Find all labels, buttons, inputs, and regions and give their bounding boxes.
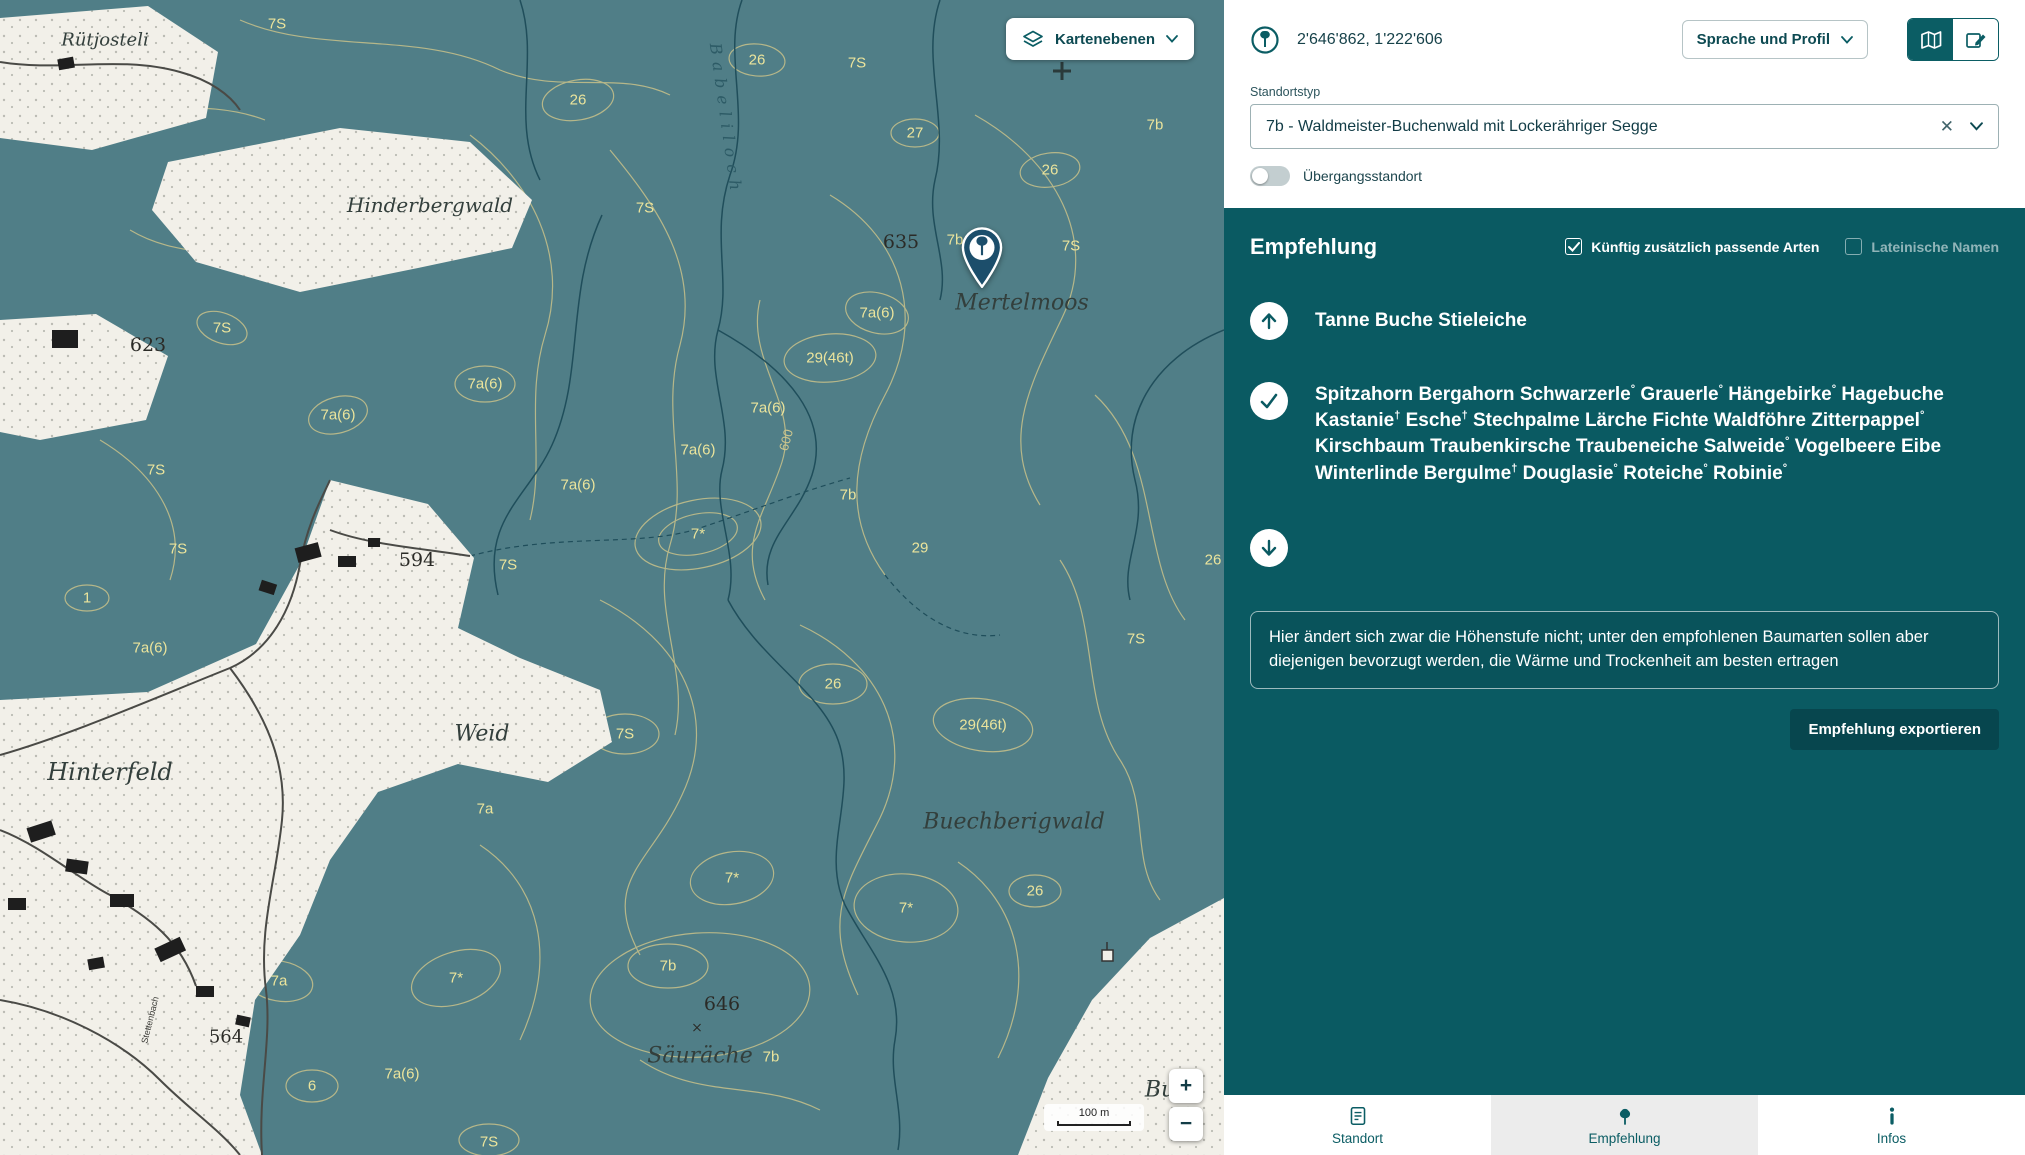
- tab-empfehlung[interactable]: Empfehlung: [1491, 1095, 1758, 1155]
- demoted-species-icon: [1250, 529, 1288, 567]
- map-layers-button[interactable]: Kartenebenen: [1006, 18, 1194, 60]
- map-view-button[interactable]: [1908, 19, 1953, 60]
- empfehlung-title: Empfehlung: [1250, 234, 1377, 260]
- checkbox-latin-names[interactable]: Lateinische Namen: [1845, 238, 1999, 255]
- language-profile-label: Sprache und Profil: [1697, 31, 1830, 48]
- uebergangsstandort-label: Übergangsstandort: [1303, 168, 1422, 184]
- map[interactable]: Rütjosteli7S267S26277bHinderbergwald7S26…: [0, 0, 1224, 1155]
- chevron-down-icon: [1970, 122, 1983, 131]
- map-icon: [1919, 29, 1943, 51]
- standorttyp-select[interactable]: 7b - Waldmeister-Buchenwald mit Lockeräh…: [1250, 104, 1999, 149]
- arrow-up-icon: [1258, 310, 1280, 332]
- empfehlung-panel: Empfehlung Künftig zusätzlich passende A…: [1224, 208, 2025, 1095]
- coordinates-readout: 2'646'862, 1'222'606: [1297, 31, 1443, 49]
- treeapp-logo: [1250, 25, 1280, 55]
- chevron-down-icon: [1841, 36, 1853, 44]
- panel-header: 2'646'862, 1'222'606 Sprache und Profil: [1224, 0, 2025, 208]
- info-icon: [1882, 1105, 1902, 1127]
- promoted-species-icon: [1250, 302, 1288, 340]
- language-profile-button[interactable]: Sprache und Profil: [1682, 20, 1868, 59]
- uebergangsstandort-toggle[interactable]: [1250, 166, 1290, 186]
- export-recommendation-button[interactable]: Empfehlung exportieren: [1790, 709, 1999, 750]
- suitable-species-icon: [1250, 382, 1288, 420]
- map-scale-bar: 100 m: [1044, 1104, 1144, 1131]
- bottom-tab-bar: Standort Empfehlung Infos: [1224, 1095, 2025, 1155]
- checkbox-unchecked-icon: [1845, 238, 1862, 255]
- edit-form-icon: [1964, 29, 1988, 51]
- promoted-species: Tanne Buche Stieleiche: [1315, 310, 1527, 332]
- document-icon: [1348, 1105, 1368, 1127]
- checkbox-future-species[interactable]: Künftig zusätzlich passende Arten: [1565, 238, 1819, 255]
- clear-selection-icon[interactable]: ✕: [1940, 117, 1954, 137]
- toggle-knob: [1252, 168, 1268, 184]
- side-panel: 2'646'862, 1'222'606 Sprache und Profil: [1224, 0, 2025, 1155]
- arrow-down-icon: [1258, 537, 1280, 559]
- checkbox-checked-icon: [1565, 238, 1582, 255]
- standorttyp-value: 7b - Waldmeister-Buchenwald mit Lockeräh…: [1266, 118, 1940, 136]
- form-edit-button[interactable]: [1953, 19, 1998, 60]
- chevron-down-icon: [1166, 35, 1178, 43]
- zoom-in-button[interactable]: +: [1169, 1069, 1203, 1103]
- tab-infos[interactable]: Infos: [1758, 1095, 2025, 1155]
- suitable-species-list: Spitzahorn Bergahorn Schwarzerle° Grauer…: [1315, 382, 1999, 487]
- recommendation-note: Hier ändert sich zwar die Höhenstufe nic…: [1250, 611, 1999, 689]
- map-layers-label: Kartenebenen: [1055, 31, 1155, 48]
- standorttyp-label: Standortstyp: [1250, 85, 1999, 99]
- check-icon: [1258, 390, 1280, 412]
- scale-label: 100 m: [1079, 1107, 1110, 1119]
- treeapp-window: Rütjosteli7S267S26277bHinderbergwald7S26…: [0, 0, 2025, 1155]
- map-marker-pin[interactable]: [957, 226, 1007, 288]
- tree-icon: [1615, 1105, 1635, 1127]
- scale-bar-line: [1057, 1121, 1131, 1126]
- layers-icon: [1022, 30, 1044, 49]
- topo-map-canvas: [0, 0, 1224, 1155]
- view-switcher: [1907, 18, 1999, 61]
- zoom-out-button[interactable]: −: [1169, 1107, 1203, 1141]
- tab-standort[interactable]: Standort: [1224, 1095, 1491, 1155]
